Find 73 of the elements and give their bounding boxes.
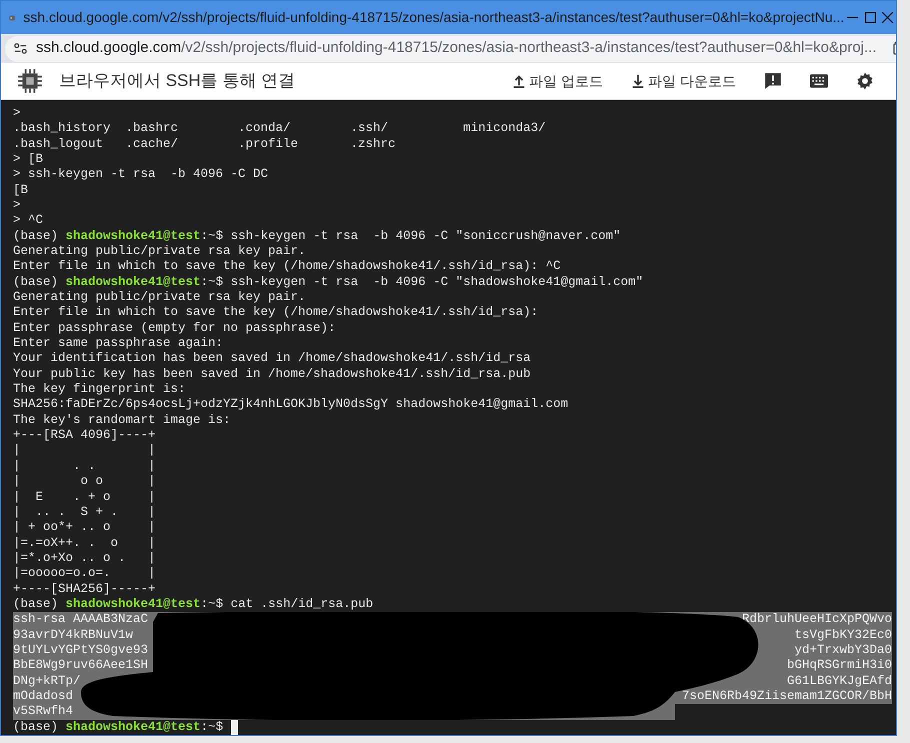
chip-icon [17, 68, 43, 94]
key-text: BbE8Wg9ruv66Aee1SH [13, 658, 148, 674]
terminal-line: > ^C [13, 213, 44, 229]
terminal-line: > ssh-keygen -t rsa -b 4096 -C DC [13, 167, 270, 183]
address-field[interactable]: ssh.cloud.google.com/v2/ssh/projects/fluid-unfolding-418715/zones/asia-northeast3-a/instances/test?authuser=0&hl=ko&proj... [5, 36, 896, 62]
prompt-user-host: shadowshoke41@test [66, 720, 201, 734]
prompt-env: (base) [13, 274, 58, 289]
prompt-user-host: shadowshoke41@test [66, 274, 201, 289]
site-info-icon[interactable] [13, 41, 28, 56]
key-text: RdbrluhUeeHIcXpPQWvo [742, 612, 892, 628]
prompt-env: (base) [13, 720, 58, 734]
key-text: mOdadosd [13, 688, 74, 704]
maximize-icon [864, 12, 876, 23]
terminal-line: > [13, 198, 22, 214]
prompt-env: (base) [13, 596, 58, 611]
upload-button[interactable]: 파일 업로드 [506, 68, 610, 94]
settings-icon [856, 72, 874, 90]
terminal-line: Generating public/private rsa key pair. [13, 244, 307, 260]
prompt-env: (base) [13, 228, 58, 243]
terminal-line: Your identification has been saved in /home/shadowshoke41/.ssh/id_rsa [13, 351, 532, 367]
terminal-line: |=*.o+Xo .. o . | [13, 550, 157, 566]
terminal-line: | . . | [13, 458, 157, 474]
terminal-line: SHA256:faDErZc/6ps4ocsLj+odzYZjk4nhLGOKJblyN0dsSgY shadowshoke41@gmail.com [13, 397, 570, 413]
terminal-line: Enter passphrase (empty for no passphrase): [13, 320, 337, 336]
key-text: v5SRwfh4 [13, 704, 74, 720]
terminal-line: Enter file in which to save the key (/home/shadowshoke41/.ssh/id_rsa): [13, 305, 540, 321]
download-button[interactable]: 파일 다운로드 [625, 68, 742, 94]
key-text: ssh-rsa AAAAB3NzaC [13, 612, 148, 628]
terminal-line: Enter file in which to save the key (/home/shadowshoke41/.ssh/id_rsa): ^C [13, 259, 562, 275]
terminal-command: cat .ssh/id_rsa.pub [230, 596, 374, 611]
download-icon [631, 74, 646, 88]
upload-icon [512, 74, 526, 88]
terminal-line: > [B [13, 152, 44, 168]
key-text: 7soEN6Rb49Ziisemam1ZGCOR/BbH [682, 688, 892, 704]
window-title: ssh.cloud.google.com/v2/ssh/projects/fluid-unfolding-418715/zones/asia-northeast3-a/instances/test?authuser=0&hl=ko&projectNu... [23, 8, 844, 27]
prompt-path: :~$ [200, 228, 224, 243]
key-text: yd+TrxwbY3Da0 [794, 642, 892, 658]
key-text: tsVgFbKY32Ec0 [794, 628, 892, 643]
key-text: DNg+kRTp/ [13, 674, 81, 689]
terminal-line: | E . + o | [13, 490, 157, 505]
terminal-line: .bash_history .bashrc .conda/ .ssh/ miniconda3/ [13, 121, 547, 137]
prompt-user-host: shadowshoke41@test [66, 228, 201, 243]
terminal-line: Your public key has been saved in /home/shadowshoke41/.ssh/id_rsa.pub [13, 366, 532, 382]
prompt-path: :~$ [200, 596, 224, 611]
terminal-line: [B [13, 182, 30, 198]
terminal-line: +---[RSA 4096]----+ [13, 428, 157, 444]
prompt-user-host: shadowshoke41@test [66, 596, 201, 611]
prompt-path: :~$ [200, 720, 224, 734]
feedback-icon [764, 72, 782, 90]
terminal-line: |=ooooo=o.o=. | [13, 566, 157, 582]
key-text: G61LBGYKJgEAfd [786, 674, 892, 689]
terminal-command: ssh-keygen -t rsa -b 4096 -C "shadowshoke41@gmail.com" [230, 274, 644, 289]
key-text: 9tUYLvYGPtYS0gve93 [13, 642, 148, 658]
terminal-line: Enter same passphrase again: [13, 336, 224, 352]
terminal-line: Generating public/private rsa key pair. [13, 290, 307, 306]
url-text: ssh.cloud.google.com/v2/ssh/projects/fluid-unfolding-418715/zones/asia-northeast3-a/instances/test?authuser=0&hl=ko&proj... [36, 38, 877, 58]
keyboard-icon [810, 72, 828, 90]
terminal-line: | | [13, 443, 157, 459]
key-text: bGHqRSGrmiH3i0 [786, 658, 892, 674]
terminal-line: > [13, 106, 22, 122]
terminal-line: .bash_logout .cache/ .profile .zshrc [13, 136, 397, 152]
terminal-line: | .. . S + . | [13, 504, 157, 520]
terminal-line: The key fingerprint is: [13, 382, 187, 398]
terminal-line: The key's randomart image is: [13, 412, 232, 428]
close-icon [882, 12, 893, 23]
toolbar-title: 브라우저에서 SSH를 통해 연결 [59, 70, 296, 92]
key-text: 93avrDY4kRBNuV1w [13, 628, 134, 643]
terminal-command: ssh-keygen -t rsa -b 4096 -C "soniccrush@naver.com" [230, 228, 621, 243]
terminal-line: | o o | [13, 474, 157, 490]
terminal-line: | + oo*+ .. o | [13, 520, 157, 536]
terminal-line: |=.=oX++. . o | [13, 536, 157, 551]
prompt-path: :~$ [200, 274, 224, 289]
terminal-line: +----[SHA256]-----+ [13, 582, 157, 597]
